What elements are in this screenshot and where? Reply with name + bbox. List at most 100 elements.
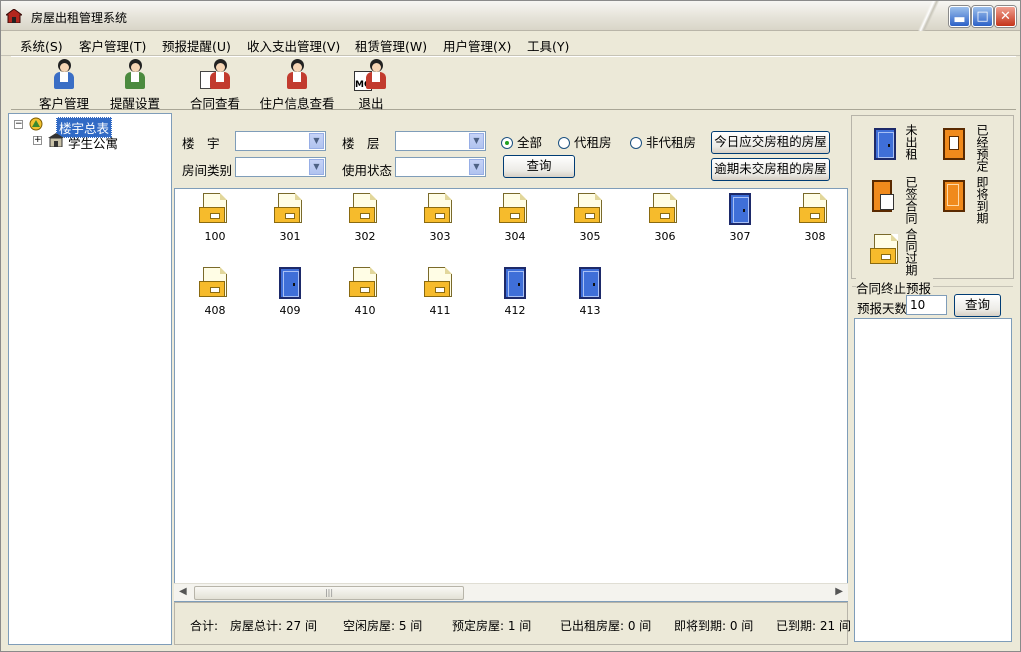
menu-tools[interactable]: 工具(Y) (527, 36, 569, 55)
legend-vacant: 未出租 (904, 124, 918, 160)
tenant-info-button[interactable]: 住户信息查看 (255, 59, 339, 112)
legend-expired: 合同过期 (904, 228, 918, 276)
vacant-door-icon (874, 128, 900, 162)
radio-icon (558, 137, 570, 149)
overdue-button[interactable]: 逾期未交房租的房屋 (711, 158, 830, 181)
title-bar: 房屋出租管理系统 ▬ □ ✕ (1, 1, 1020, 31)
contract-label: 合同查看 (189, 96, 240, 111)
room-number: 408 (204, 304, 226, 317)
exit-button[interactable]: MO 退出 (348, 59, 394, 112)
menu-bar: 系统(S) 客户管理(T) 预报提醒(U) 收入支出管理(V) 租赁管理(W) … (1, 32, 1020, 56)
expiring-door-icon (943, 180, 969, 214)
room-tile[interactable]: 307 (715, 193, 765, 243)
building-tree: − 楼宇总表 + 学生公寓 (8, 113, 172, 645)
room-tile[interactable]: 302 (340, 193, 390, 243)
due-today-button[interactable]: 今日应交房租的房屋 (711, 131, 830, 154)
contract-envelope-icon (274, 193, 306, 225)
reminder-label: 提醒设置 (109, 96, 160, 111)
maximize-button[interactable]: □ (972, 6, 993, 27)
expand-toggle-child[interactable]: + (33, 136, 42, 145)
reserved-door-icon (943, 128, 969, 162)
menu-system[interactable]: 系统(S) (20, 36, 63, 55)
room-number: 409 (279, 304, 301, 317)
room-number: 307 (729, 230, 751, 243)
scroll-left-icon[interactable]: ◀ (179, 586, 187, 597)
room-tile[interactable]: 306 (640, 193, 690, 243)
room-type-select[interactable]: ▼ (235, 157, 326, 177)
radio-all[interactable]: 全部 (501, 132, 542, 151)
room-number: 305 (579, 230, 601, 243)
contract-envelope-icon (349, 267, 381, 299)
main-window: 房屋出租管理系统 ▬ □ ✕ 系统(S) 客户管理(T) 预报提醒(U) 收入支… (0, 0, 1021, 652)
room-number: 413 (579, 304, 601, 317)
expired-contract-icon (870, 234, 898, 268)
usage-select[interactable]: ▼ (395, 157, 486, 177)
status-rented: 已出租房屋: 0 间 (560, 619, 652, 633)
radio-agent[interactable]: 代租房 (558, 132, 612, 151)
contract-envelope-icon (499, 193, 531, 225)
contract-envelope-icon (199, 193, 231, 225)
reminder-settings-button[interactable]: 提醒设置 (105, 59, 165, 112)
building-select[interactable]: ▼ (235, 131, 326, 151)
customer-icon (47, 59, 81, 93)
radio-agent-label: 代租房 (574, 135, 612, 150)
vacant-door-icon (724, 193, 756, 225)
room-tile[interactable]: 304 (490, 193, 540, 243)
room-tile[interactable]: 410 (340, 267, 390, 317)
status-legend: 未出租 已经预定 已签合同 即将到期 合同过期 (851, 115, 1014, 279)
tenant-label: 住户信息查看 (259, 96, 335, 111)
contract-envelope-icon (199, 267, 231, 299)
room-number: 302 (354, 230, 376, 243)
contract-envelope-icon (799, 193, 831, 225)
menu-user[interactable]: 用户管理(X) (443, 36, 511, 55)
status-reserved: 预定房屋: 1 间 (452, 619, 532, 633)
title-decoration (910, 1, 950, 31)
contract-envelope-icon (424, 193, 456, 225)
query-button[interactable]: 查询 (503, 155, 575, 178)
menu-lease[interactable]: 租赁管理(W) (355, 36, 427, 55)
tree-child-label[interactable]: 学生公寓 (68, 133, 118, 152)
contract-view-button[interactable]: 合同查看 (185, 59, 245, 112)
room-tile[interactable]: 305 (565, 193, 615, 243)
menu-forecast[interactable]: 预报提醒(U) (162, 36, 231, 55)
room-number: 308 (804, 230, 826, 243)
room-tile[interactable]: 411 (415, 267, 465, 317)
horizontal-scrollbar[interactable]: ◀ ||| ▶ (174, 583, 848, 601)
status-idle: 空闲房屋: 5 间 (343, 619, 423, 633)
room-tile[interactable]: 308 (790, 193, 840, 243)
vacant-door-icon (274, 267, 306, 299)
room-tile[interactable]: 303 (415, 193, 465, 243)
room-tile[interactable]: 100 (190, 193, 240, 243)
close-button[interactable]: ✕ (995, 6, 1016, 27)
exit-label: 退出 (358, 96, 384, 111)
vacant-door-icon (499, 267, 531, 299)
toolbar: 客户管理 提醒设置 合同查看 住户信息查看 MO 退出 (11, 56, 1016, 112)
room-number: 306 (654, 230, 676, 243)
room-tile[interactable]: 412 (490, 267, 540, 317)
chevron-down-icon: ▼ (309, 133, 324, 149)
legend-reserved: 已经预定 (975, 124, 989, 172)
menu-finance[interactable]: 收入支出管理(V) (247, 36, 340, 55)
scroll-right-icon[interactable]: ▶ (835, 586, 843, 597)
apartment-icon (48, 133, 64, 147)
room-tile[interactable]: 409 (265, 267, 315, 317)
forecast-days-label: 预报天数 (857, 301, 908, 316)
maximize-icon: □ (976, 9, 989, 24)
room-tile[interactable]: 408 (190, 267, 240, 317)
scroll-thumb[interactable]: ||| (194, 586, 464, 600)
forecast-query-button[interactable]: 查询 (954, 294, 1001, 317)
collapse-toggle-root[interactable]: − (14, 120, 23, 129)
room-tile[interactable]: 413 (565, 267, 615, 317)
minimize-button[interactable]: ▬ (949, 6, 970, 27)
customer-management-button[interactable]: 客户管理 (30, 59, 98, 112)
floor-select[interactable]: ▼ (395, 131, 486, 151)
room-tile[interactable]: 301 (265, 193, 315, 243)
room-number: 100 (204, 230, 226, 243)
status-bar: 合计: 房屋总计: 27 间 空闲房屋: 5 间 预定房屋: 1 间 已出租房屋… (174, 602, 851, 645)
radio-nonagent[interactable]: 非代租房 (630, 132, 696, 151)
house-icon (6, 9, 22, 23)
window-title: 房屋出租管理系统 (31, 11, 128, 25)
contract-envelope-icon (349, 193, 381, 225)
forecast-days-input[interactable]: 10 (906, 295, 947, 315)
menu-customer[interactable]: 客户管理(T) (79, 36, 146, 55)
